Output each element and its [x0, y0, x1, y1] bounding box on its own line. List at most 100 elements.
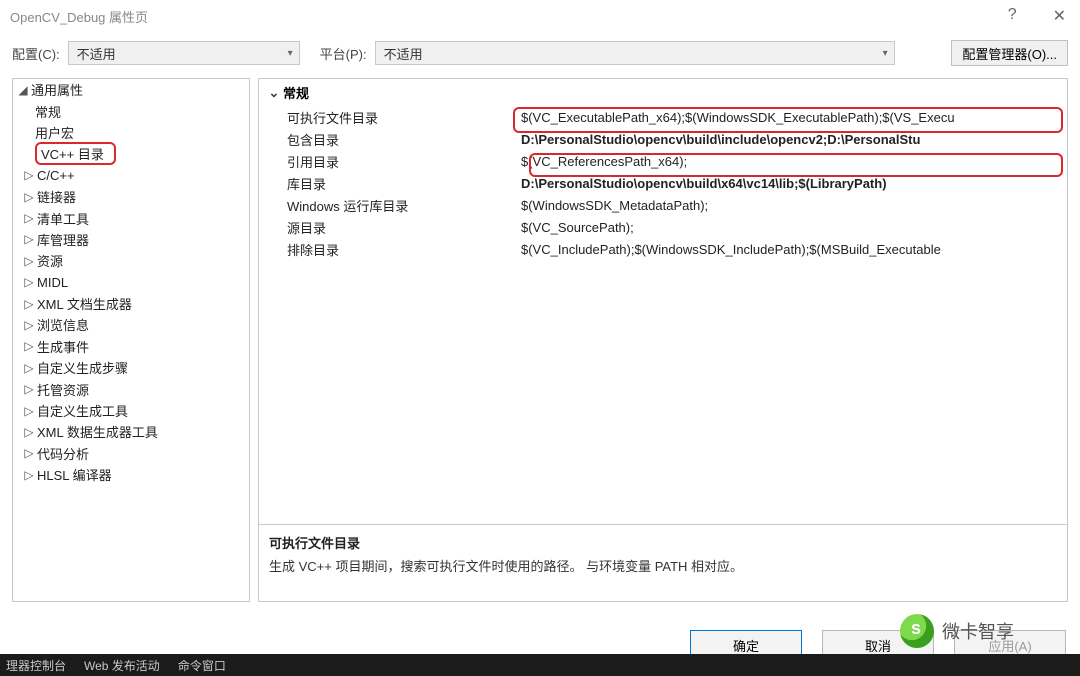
tree-item[interactable]: ▷自定义生成步骤 — [13, 357, 249, 378]
tree-item[interactable]: ▷MIDL — [13, 272, 249, 293]
expand-icon: ▷ — [21, 382, 37, 396]
property-value: $(VC_ExecutablePath_x64);$(WindowsSDK_Ex… — [521, 110, 1067, 125]
platform-combo[interactable]: 不适用 ▾ — [375, 41, 895, 65]
platform-label: 平台(P): — [320, 44, 367, 63]
tree-item-label: C/C++ — [37, 168, 75, 183]
watermark-icon — [900, 614, 934, 648]
property-value: $(VC_IncludePath);$(WindowsSDK_IncludePa… — [521, 242, 1067, 257]
expand-icon: ▷ — [21, 468, 37, 482]
property-label: 排除目录 — [259, 240, 521, 259]
status-item[interactable]: 命令窗口 — [178, 657, 226, 674]
property-value: $(WindowsSDK_MetadataPath); — [521, 198, 1067, 213]
tree-item-label: 自定义生成步骤 — [37, 358, 128, 377]
property-row[interactable]: 引用目录$(VC_ReferencesPath_x64); — [259, 150, 1067, 172]
property-row[interactable]: 包含目录D:\PersonalStudio\opencv\build\inclu… — [259, 128, 1067, 150]
property-value: $(VC_SourcePath); — [521, 220, 1067, 235]
expand-icon: ◢ — [15, 83, 31, 97]
tree-item-label: 链接器 — [37, 187, 76, 206]
watermark-text: 微卡智享 — [942, 618, 1014, 644]
tree-item-label: VC++ 目录 — [35, 142, 116, 165]
tree-item[interactable]: 用户宏 — [13, 122, 249, 143]
property-label: 可执行文件目录 — [259, 108, 521, 127]
property-label: 引用目录 — [259, 152, 521, 171]
tree-item[interactable]: ▷自定义生成工具 — [13, 400, 249, 421]
property-row[interactable]: 排除目录$(VC_IncludePath);$(WindowsSDK_Inclu… — [259, 238, 1067, 260]
expand-icon: ▷ — [21, 339, 37, 353]
property-label: 包含目录 — [259, 130, 521, 149]
config-combo[interactable]: 不适用 ▾ — [68, 41, 300, 65]
property-row[interactable]: 源目录$(VC_SourcePath); — [259, 216, 1067, 238]
status-item[interactable]: Web 发布活动 — [84, 657, 160, 674]
status-bar: 理器控制台 Web 发布活动 命令窗口 — [0, 654, 1080, 676]
tree-item[interactable]: ▷代码分析 — [13, 443, 249, 464]
property-label: Windows 运行库目录 — [259, 196, 521, 215]
tree-item-label: XML 文档生成器 — [37, 294, 132, 313]
tree-root-label: 通用属性 — [31, 80, 83, 99]
config-manager-button[interactable]: 配置管理器(O)... — [951, 40, 1068, 66]
expand-icon: ▷ — [21, 275, 37, 289]
property-value: D:\PersonalStudio\opencv\build\include\o… — [521, 132, 1067, 147]
tree-item-label: 常规 — [35, 102, 61, 121]
tree-item-label: 用户宏 — [35, 123, 74, 142]
tree-item[interactable]: ▷库管理器 — [13, 229, 249, 250]
tree-item[interactable]: ▷C/C++ — [13, 165, 249, 186]
tree-item[interactable]: ▷XML 文档生成器 — [13, 293, 249, 314]
tree-item-label: 代码分析 — [37, 444, 89, 463]
description-pane: 可执行文件目录 生成 VC++ 项目期间，搜索可执行文件时使用的路径。 与环境变… — [259, 524, 1067, 601]
description-body: 生成 VC++ 项目期间，搜索可执行文件时使用的路径。 与环境变量 PATH 相… — [269, 556, 1057, 575]
property-label: 源目录 — [259, 218, 521, 237]
tree-item-label: 生成事件 — [37, 337, 89, 356]
description-title: 可执行文件目录 — [269, 533, 1057, 552]
tree-item-label: 清单工具 — [37, 209, 89, 228]
tree-item-label: 自定义生成工具 — [37, 401, 128, 420]
property-value: $(VC_ReferencesPath_x64); — [521, 154, 1067, 169]
platform-value: 不适用 — [384, 44, 423, 63]
tree-root[interactable]: ◢通用属性 — [13, 79, 249, 100]
tree-item[interactable]: ▷生成事件 — [13, 336, 249, 357]
property-value: D:\PersonalStudio\opencv\build\x64\vc14\… — [521, 176, 1067, 191]
property-row[interactable]: 可执行文件目录$(VC_ExecutablePath_x64);$(Window… — [259, 106, 1067, 128]
sidebar-tree[interactable]: ◢通用属性常规用户宏VC++ 目录▷C/C++▷链接器▷清单工具▷库管理器▷资源… — [12, 78, 250, 602]
expand-icon: ▷ — [21, 297, 37, 311]
property-row[interactable]: Windows 运行库目录$(WindowsSDK_MetadataPath); — [259, 194, 1067, 216]
property-row[interactable]: 库目录D:\PersonalStudio\opencv\build\x64\vc… — [259, 172, 1067, 194]
window-title: OpenCV_Debug 属性页 — [10, 7, 148, 26]
tree-item-label: XML 数据生成器工具 — [37, 422, 158, 441]
title-bar: OpenCV_Debug 属性页 ? ✕ — [0, 0, 1080, 32]
tree-item-label: 库管理器 — [37, 230, 89, 249]
tree-item[interactable]: ▷托管资源 — [13, 378, 249, 399]
expand-icon: ▷ — [21, 232, 37, 246]
tree-item[interactable]: ▷链接器 — [13, 186, 249, 207]
expand-icon: ▷ — [21, 425, 37, 439]
tree-item[interactable]: ▷浏览信息 — [13, 314, 249, 335]
tree-item-label: MIDL — [37, 275, 68, 290]
tree-item-label: HLSL 编译器 — [37, 465, 112, 484]
tree-item[interactable]: ▷资源 — [13, 250, 249, 271]
tree-item-label: 浏览信息 — [37, 315, 89, 334]
property-label: 库目录 — [259, 174, 521, 193]
expand-icon: ▷ — [21, 361, 37, 375]
status-item[interactable]: 理器控制台 — [6, 657, 66, 674]
toolbar: 配置(C): 不适用 ▾ 平台(P): 不适用 ▾ 配置管理器(O)... — [0, 32, 1080, 78]
config-value: 不适用 — [77, 44, 116, 63]
tree-item-label: 资源 — [37, 251, 63, 270]
chevron-down-icon: ▾ — [288, 48, 293, 59]
help-icon[interactable]: ? — [1002, 4, 1023, 28]
expand-icon: ▷ — [21, 211, 37, 225]
tree-item[interactable]: ▷HLSL 编译器 — [13, 464, 249, 485]
expand-icon: ▷ — [21, 254, 37, 268]
expand-icon: ▷ — [21, 190, 37, 204]
property-panel: ⌄ 常规 可执行文件目录$(VC_ExecutablePath_x64);$(W… — [258, 78, 1068, 602]
expand-icon: ▷ — [21, 318, 37, 332]
watermark: 微卡智享 — [900, 614, 1014, 648]
expand-icon: ▷ — [21, 168, 37, 182]
expand-icon: ▷ — [21, 404, 37, 418]
config-label: 配置(C): — [12, 44, 60, 63]
section-header[interactable]: ⌄ 常规 — [259, 79, 1067, 106]
tree-item-label: 托管资源 — [37, 380, 89, 399]
tree-item[interactable]: ▷清单工具 — [13, 207, 249, 228]
tree-item[interactable]: 常规 — [13, 100, 249, 121]
tree-item[interactable]: ▷XML 数据生成器工具 — [13, 421, 249, 442]
tree-item[interactable]: VC++ 目录 — [13, 143, 249, 164]
close-icon[interactable]: ✕ — [1047, 4, 1072, 28]
